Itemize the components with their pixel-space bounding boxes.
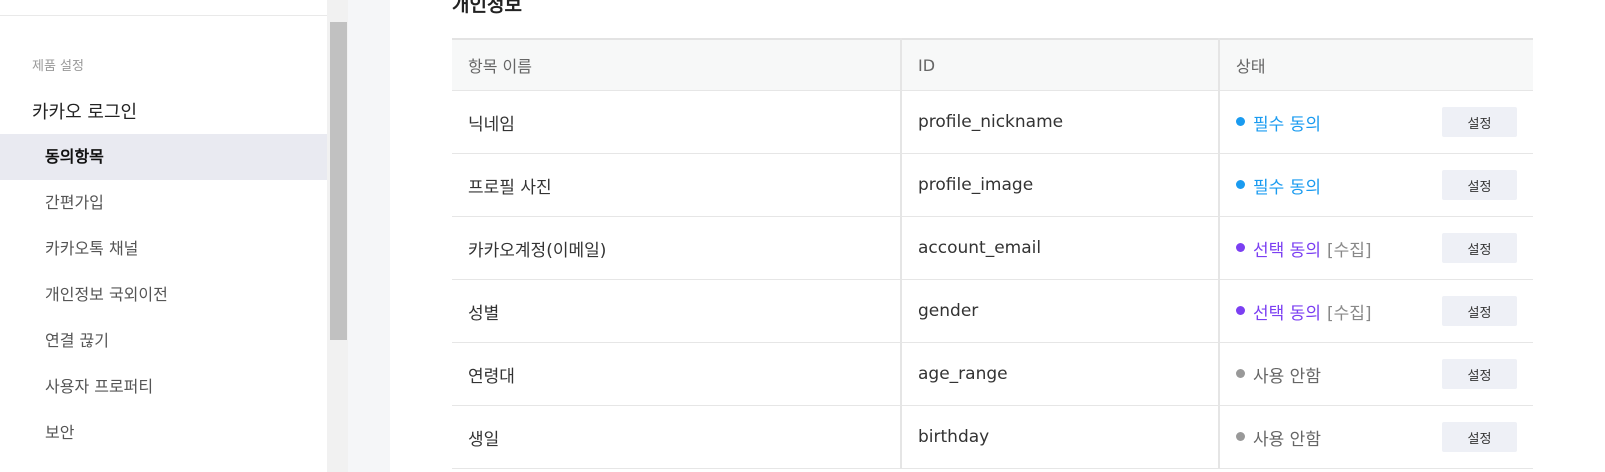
item-id-cell: profile_nickname: [901, 90, 1220, 154]
section-label: 제품 설정: [32, 59, 84, 74]
settings-button[interactable]: 설정: [1442, 359, 1517, 389]
status-label: 선택 동의: [1253, 240, 1321, 261]
section-title: 개인정보: [452, 0, 522, 16]
settings-button[interactable]: 설정: [1442, 107, 1517, 137]
status-label: 선택 동의: [1253, 303, 1321, 324]
status-label: 필수 동의: [1253, 114, 1321, 135]
collect-tag: [수집]: [1326, 303, 1372, 324]
table-header-row: 항목 이름 ID 상태: [452, 39, 1533, 91]
header-status: 상태: [1219, 39, 1533, 91]
status-label: 사용 안함: [1253, 366, 1321, 387]
sidebar-item[interactable]: 보안: [0, 410, 327, 456]
status-cell: 필수 동의 설정: [1219, 90, 1533, 154]
status-label: 사용 안함: [1253, 429, 1321, 450]
status-label: 필수 동의: [1253, 177, 1321, 198]
status-cell: 선택 동의 [수집] 설정: [1219, 216, 1533, 280]
table-row: 닉네임 profile_nickname 필수 동의 설정: [452, 90, 1533, 154]
settings-button[interactable]: 설정: [1442, 422, 1517, 452]
settings-button[interactable]: 설정: [1442, 233, 1517, 263]
consent-items-table: 항목 이름 ID 상태 닉네임 profile_nickname 필수 동의 설정 프로…: [452, 38, 1533, 469]
status-cell: 필수 동의 설정: [1219, 153, 1533, 217]
item-name-cell: 프로필 사진: [452, 153, 902, 217]
nav-group-title[interactable]: 카카오 로그인: [32, 98, 137, 124]
sidebar-item[interactable]: 동의항목: [0, 134, 327, 180]
table-row: 성별 gender 선택 동의 [수집] 설정: [452, 279, 1533, 343]
sidebar-item[interactable]: 카카오톡 채널: [0, 226, 327, 272]
header-item-name: 항목 이름: [452, 39, 902, 91]
status-dot-icon: [1236, 179, 1245, 189]
item-name-cell: 생일: [452, 405, 902, 469]
status-dot-icon: [1236, 242, 1245, 252]
item-id-cell: birthday: [901, 405, 1220, 469]
item-id-cell: account_email: [901, 216, 1220, 280]
item-id-cell: gender: [901, 279, 1220, 343]
sidebar-item[interactable]: 사용자 프로퍼티: [0, 364, 327, 410]
table-row: 프로필 사진 profile_image 필수 동의 설정: [452, 153, 1533, 217]
status-dot-icon: [1236, 305, 1245, 315]
sidebar-nav: 동의항목 간편가입 카카오톡 채널 개인정보 국외이전 연결 끊기 사용자 프로퍼티 보안: [0, 134, 327, 456]
sidebar: 제품 설정 카카오 로그인 동의항목 간편가입 카카오톡 채널 개인정보 국외이전 연결…: [0, 0, 327, 472]
status-cell: 사용 안함 설정: [1219, 342, 1533, 406]
status-dot-icon: [1236, 368, 1245, 378]
collect-tag: [수집]: [1326, 240, 1372, 261]
table-row: 연령대 age_range 사용 안함 설정: [452, 342, 1533, 406]
settings-button[interactable]: 설정: [1442, 296, 1517, 326]
status-dot-icon: [1236, 431, 1245, 441]
settings-button[interactable]: 설정: [1442, 170, 1517, 200]
table-row: 카카오계정(이메일) account_email 선택 동의 [수집] 설정: [452, 216, 1533, 280]
item-name-cell: 성별: [452, 279, 902, 343]
item-name-cell: 카카오계정(이메일): [452, 216, 902, 280]
item-name-cell: 연령대: [452, 342, 902, 406]
sidebar-item[interactable]: 간편가입: [0, 180, 327, 226]
divider: [0, 15, 327, 16]
sidebar-item[interactable]: 개인정보 국외이전: [0, 272, 327, 318]
status-cell: 사용 안함 설정: [1219, 405, 1533, 469]
item-name-cell: 닉네임: [452, 90, 902, 154]
main-content: 개인정보 항목 이름 ID 상태 닉네임 profile_nickname 필수 동…: [390, 0, 1605, 472]
status-cell: 선택 동의 [수집] 설정: [1219, 279, 1533, 343]
status-dot-icon: [1236, 116, 1245, 126]
scrollbar-thumb[interactable]: [330, 22, 347, 340]
item-id-cell: profile_image: [901, 153, 1220, 217]
item-id-cell: age_range: [901, 342, 1220, 406]
sidebar-item[interactable]: 연결 끊기: [0, 318, 327, 364]
header-id: ID: [901, 39, 1220, 91]
table-row: 생일 birthday 사용 안함 설정: [452, 405, 1533, 469]
